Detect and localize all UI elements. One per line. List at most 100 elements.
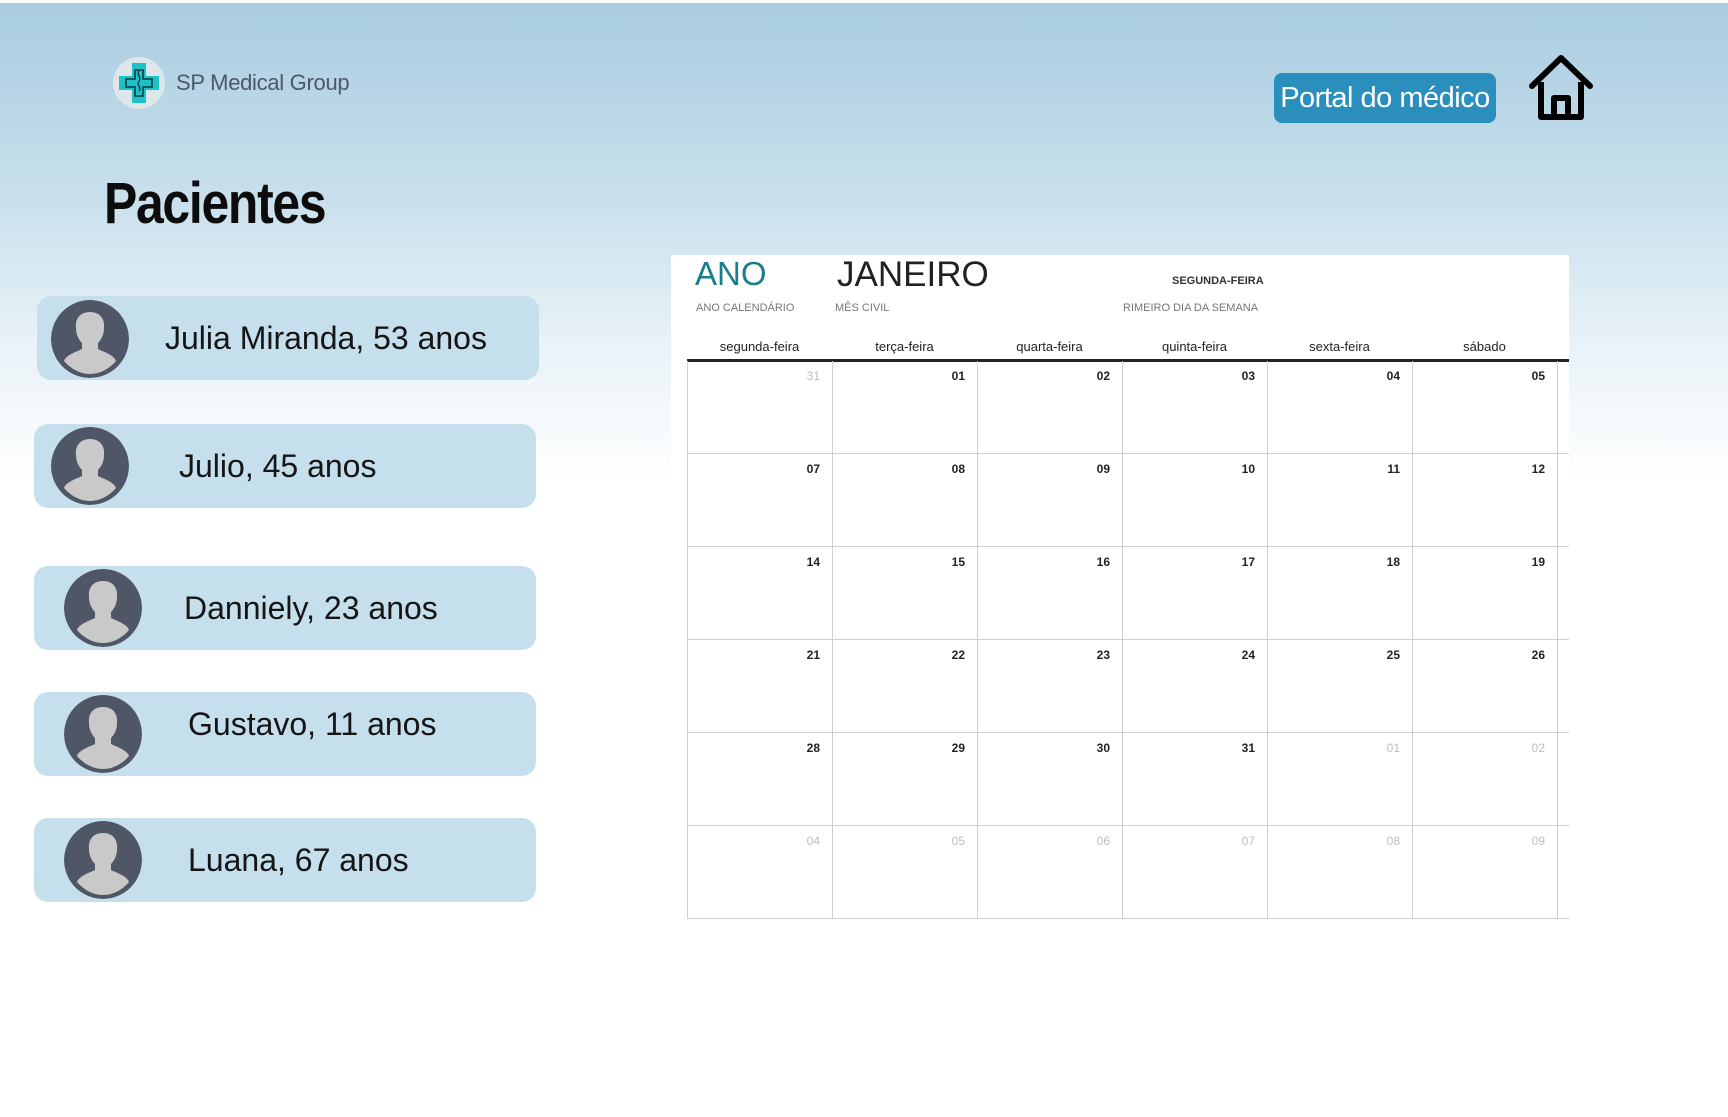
calendar-day-cell[interactable]: 04 xyxy=(1267,361,1412,454)
avatar xyxy=(64,821,142,899)
weekday-label: terça-feira xyxy=(875,339,934,354)
calendar-day-number: 04 xyxy=(806,834,820,848)
patient-card[interactable]: Luana, 67 anos xyxy=(34,818,536,902)
user-silhouette-icon xyxy=(51,427,129,505)
calendar-edge-cell xyxy=(1557,454,1569,547)
calendar-day-cell[interactable]: 19 xyxy=(1412,547,1557,640)
calendar-day-number: 02 xyxy=(1531,741,1545,755)
logo-text: SP Medical Group xyxy=(176,70,350,95)
calendar-day-cell[interactable]: 01 xyxy=(1267,733,1412,826)
calendar-day-number: 30 xyxy=(1096,741,1110,755)
calendar-day-cell[interactable]: 07 xyxy=(687,454,832,547)
calendar-day-number: 26 xyxy=(1531,648,1545,662)
calendar-day-number: 05 xyxy=(1531,369,1545,383)
user-silhouette-icon xyxy=(64,569,142,647)
user-silhouette-icon xyxy=(64,695,142,773)
calendar-day-cell[interactable]: 28 xyxy=(687,733,832,826)
calendar-day-number: 28 xyxy=(806,741,820,755)
calendar-day-number: 21 xyxy=(806,648,820,662)
calendar-day-number: 15 xyxy=(951,555,965,569)
calendar-day-cell[interactable]: 08 xyxy=(1267,826,1412,919)
calendar-weekday-header: segunda-feira terça-feira quarta-feira q… xyxy=(687,339,1569,362)
calendar-edge-cell xyxy=(1557,640,1569,733)
patient-card[interactable]: Julia Miranda, 53 anos xyxy=(37,296,539,380)
weekday-label: quarta-feira xyxy=(1016,339,1083,354)
calendar-day-number: 08 xyxy=(1386,834,1400,848)
calendar-day-cell[interactable]: 16 xyxy=(977,547,1122,640)
calendar-day-cell[interactable]: 01 xyxy=(832,361,977,454)
calendar-day-cell[interactable]: 03 xyxy=(1122,361,1267,454)
calendar-edge-cell xyxy=(1557,826,1569,919)
calendar-day-cell[interactable]: 09 xyxy=(977,454,1122,547)
calendar-day-number: 08 xyxy=(951,462,965,476)
calendar-day-cell[interactable]: 29 xyxy=(832,733,977,826)
calendar-day-cell[interactable]: 11 xyxy=(1267,454,1412,547)
calendar-day-number: 12 xyxy=(1531,462,1545,476)
calendar-day-cell[interactable]: 06 xyxy=(977,826,1122,919)
calendar-day-number: 07 xyxy=(806,462,820,476)
calendar-day-number: 14 xyxy=(806,555,820,569)
calendar-day-cell[interactable]: 08 xyxy=(832,454,977,547)
calendar-day-cell[interactable]: 21 xyxy=(687,640,832,733)
calendar-day-cell[interactable]: 04 xyxy=(687,826,832,919)
calendar-day-cell[interactable]: 18 xyxy=(1267,547,1412,640)
weekday-label: sábado xyxy=(1463,339,1506,354)
calendar-day-cell[interactable]: 23 xyxy=(977,640,1122,733)
patient-name: Julia Miranda, 53 anos xyxy=(165,319,487,356)
calendar-day-cell[interactable]: 02 xyxy=(977,361,1122,454)
weekday-label: quinta-feira xyxy=(1161,339,1228,354)
calendar-year-label: ANO xyxy=(695,255,767,292)
calendar-day-number: 18 xyxy=(1386,555,1400,569)
calendar-day-number: 16 xyxy=(1096,555,1110,569)
calendar-day-number: 22 xyxy=(951,648,965,662)
calendar-day-number: 02 xyxy=(1096,369,1110,383)
patient-card[interactable]: Danniely, 23 anos xyxy=(34,566,536,650)
calendar-day-cell[interactable]: 10 xyxy=(1122,454,1267,547)
calendar-year-sublabel: ANO CALENDÁRIO xyxy=(696,302,795,314)
calendar-day-cell[interactable]: 30 xyxy=(977,733,1122,826)
calendar-day-number: 01 xyxy=(951,369,965,383)
calendar-edge-cell xyxy=(1557,547,1569,640)
avatar xyxy=(51,427,129,505)
medical-cross-logo-icon xyxy=(113,57,165,109)
logo[interactable]: SP Medical Group xyxy=(112,56,350,110)
calendar-first-day-label: SEGUNDA-FEIRA xyxy=(1172,275,1264,287)
home-icon[interactable] xyxy=(1526,52,1596,122)
calendar-day-cell[interactable]: 25 xyxy=(1267,640,1412,733)
calendar-day-cell[interactable]: 05 xyxy=(832,826,977,919)
avatar xyxy=(51,300,129,378)
calendar-day-cell[interactable]: 07 xyxy=(1122,826,1267,919)
calendar-day-cell[interactable]: 09 xyxy=(1412,826,1557,919)
patient-name: Julio, 45 anos xyxy=(179,447,377,484)
top-border xyxy=(0,0,1728,3)
calendar-day-number: 31 xyxy=(806,369,820,383)
calendar-day-cell[interactable]: 17 xyxy=(1122,547,1267,640)
calendar-day-cell[interactable]: 14 xyxy=(687,547,832,640)
patient-card[interactable]: Julio, 45 anos xyxy=(34,424,536,508)
calendar-grid: 31 01 02 03 04 05 07 08 09 10 11 12 14 15 16 17 18 19 21 22… xyxy=(687,361,1569,919)
calendar-day-number: 25 xyxy=(1386,648,1400,662)
calendar-day-cell[interactable]: 31 xyxy=(687,361,832,454)
patient-name: Gustavo, 11 anos xyxy=(188,706,437,742)
calendar-day-cell[interactable]: 22 xyxy=(832,640,977,733)
calendar-day-number: 03 xyxy=(1241,369,1255,383)
user-silhouette-icon xyxy=(64,821,142,899)
weekday-label: sexta-feira xyxy=(1309,339,1370,354)
portal-do-medico-button[interactable]: Portal do médico xyxy=(1274,73,1496,123)
calendar-day-cell[interactable]: 12 xyxy=(1412,454,1557,547)
calendar-day-number: 07 xyxy=(1241,834,1255,848)
calendar-day-cell[interactable]: 02 xyxy=(1412,733,1557,826)
calendar-day-cell[interactable]: 05 xyxy=(1412,361,1557,454)
calendar-day-number: 31 xyxy=(1241,741,1255,755)
calendar-day-cell[interactable]: 15 xyxy=(832,547,977,640)
calendar-day-number: 23 xyxy=(1096,648,1110,662)
calendar-day-cell[interactable]: 26 xyxy=(1412,640,1557,733)
calendar-day-cell[interactable]: 31 xyxy=(1122,733,1267,826)
calendar-day-number: 09 xyxy=(1096,462,1110,476)
calendar-day-number: 29 xyxy=(951,741,965,755)
calendar-day-cell[interactable]: 24 xyxy=(1122,640,1267,733)
patient-card[interactable]: Gustavo, 11 anos xyxy=(34,692,536,776)
calendar-day-number: 11 xyxy=(1387,462,1400,476)
patient-name: Danniely, 23 anos xyxy=(184,589,438,626)
page-title: Pacientes xyxy=(104,171,327,236)
